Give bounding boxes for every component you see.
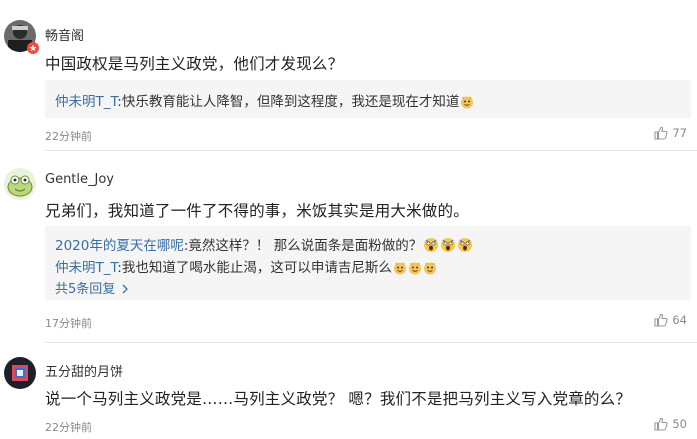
comment-text: 中国政权是马列主义政党，他们才发现么？ bbox=[45, 55, 344, 73]
reply-box: 仲未明T_T:快乐教育能让人降智，但降到这程度，我还是现在才知道 bbox=[45, 80, 691, 118]
reply-author[interactable]: 仲未明T_T bbox=[55, 94, 117, 110]
timestamp: 22分钟前 bbox=[45, 421, 92, 434]
more-replies-label: 共5条回复 bbox=[55, 282, 116, 297]
reply-text: :竟然这样？！ 那么说面条是面粉做的？ bbox=[183, 238, 423, 254]
reply-item: 仲未明T_T:我也知道了喝水能止渴，这可以申请吉尼斯么 bbox=[55, 256, 437, 279]
like-count: 77 bbox=[672, 126, 687, 140]
doge-emoji-icon bbox=[460, 95, 474, 113]
shocked-emoji-icon bbox=[423, 237, 439, 257]
avatar[interactable] bbox=[4, 168, 36, 200]
divider bbox=[45, 342, 697, 343]
timestamp: 17分钟前 bbox=[45, 317, 92, 330]
thumbs-up-icon bbox=[654, 126, 668, 140]
like-button[interactable]: 77 bbox=[654, 126, 687, 140]
reply-author[interactable]: 仲未明T_T bbox=[55, 260, 117, 276]
username[interactable]: 五分甜的月饼 bbox=[45, 361, 123, 380]
reply-text: :我也知道了喝水能止渴，这可以申请吉尼斯么 bbox=[117, 260, 392, 276]
like-button[interactable]: 64 bbox=[654, 313, 687, 327]
shocked-emoji-icon bbox=[457, 237, 473, 257]
timestamp: 22分钟前 bbox=[45, 130, 92, 143]
like-count: 50 bbox=[672, 417, 687, 431]
shocked-emoji-icon bbox=[440, 237, 456, 257]
chevron-right-icon bbox=[122, 284, 129, 294]
thumbs-up-icon bbox=[654, 417, 668, 431]
doge-emoji-icon bbox=[393, 261, 407, 279]
reply-item: 仲未明T_T:快乐教育能让人降智，但降到这程度，我还是现在才知道 bbox=[55, 90, 474, 113]
comment-text: 兄弟们，我知道了一件了不得的事，米饭其实是用大米做的。 bbox=[45, 202, 469, 220]
divider bbox=[45, 150, 697, 151]
username[interactable]: Gentle_Joy bbox=[45, 172, 114, 187]
more-replies-link[interactable]: 共5条回复 bbox=[55, 278, 129, 297]
comment-text: 说一个马列主义政党是……马列主义政党？ 嗯？我们不是把马列主义写入党章的么？ bbox=[45, 390, 632, 408]
reply-author[interactable]: 2020年的夏天在哪呢 bbox=[55, 238, 184, 254]
thumbs-up-icon bbox=[654, 313, 668, 327]
doge-emoji-icon bbox=[408, 261, 422, 279]
doge-emoji-icon bbox=[423, 261, 437, 279]
reply-text: :快乐教育能让人降智，但降到这程度，我还是现在才知道 bbox=[117, 94, 460, 110]
like-button[interactable]: 50 bbox=[654, 417, 687, 431]
avatar[interactable] bbox=[4, 357, 36, 389]
reply-box: 2020年的夏天在哪呢:竟然这样？！ 那么说面条是面粉做的？ 仲未明T_T:我也… bbox=[45, 226, 691, 300]
reply-item: 2020年的夏天在哪呢:竟然这样？！ 那么说面条是面粉做的？ bbox=[55, 234, 473, 257]
like-count: 64 bbox=[672, 313, 687, 327]
verified-badge-icon bbox=[27, 42, 39, 54]
username[interactable]: 畅音阁 bbox=[45, 25, 84, 44]
